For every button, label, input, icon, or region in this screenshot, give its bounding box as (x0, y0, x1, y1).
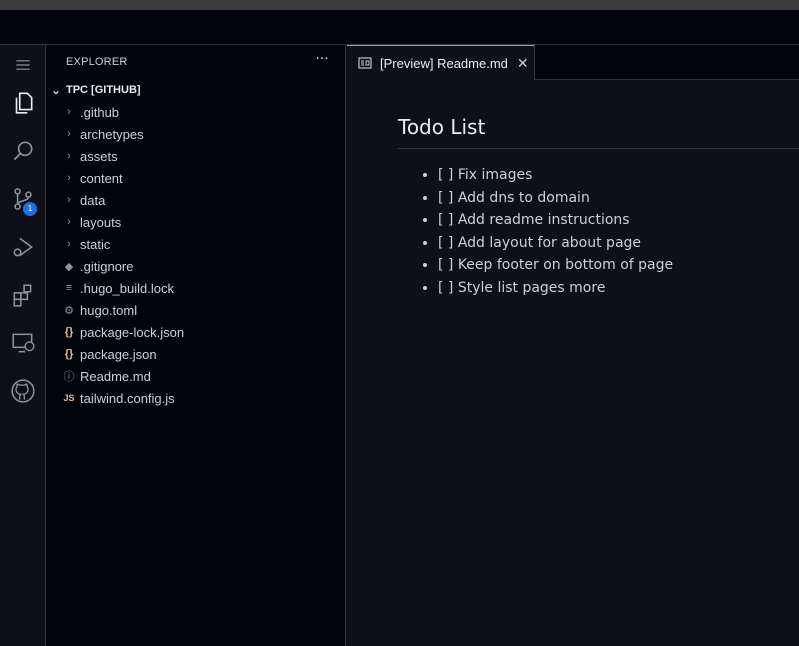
folder-layouts[interactable]: › layouts (46, 211, 346, 233)
lines-icon: ≡ (65, 282, 73, 294)
js-icon: JS (63, 393, 75, 403)
list-item: [ ] Keep footer on bottom of page (438, 254, 799, 277)
window-top-strip (0, 0, 799, 10)
explorer-sidebar: EXPLORER ··· ⌄ TPC [GITHUB] › .github › ar… (46, 45, 346, 646)
tab-bar: [Preview] Readme.md ✕ (347, 45, 799, 80)
remote-explorer-button[interactable] (0, 323, 46, 363)
tab-preview-readme[interactable]: [Preview] Readme.md ✕ (347, 45, 535, 80)
folder-static[interactable]: › static (46, 233, 346, 255)
more-actions-icon[interactable]: ··· (314, 52, 330, 69)
chevron-right-icon: › (67, 106, 71, 118)
file-tailwind-config-js[interactable]: JS tailwind.config.js (46, 387, 346, 409)
list-item: [ ] Fix images (438, 164, 799, 187)
run-debug-icon (13, 237, 33, 257)
file-gitignore[interactable]: ◆ .gitignore (46, 255, 346, 277)
close-icon[interactable]: ✕ (517, 55, 529, 72)
source-control-badge: 1 (23, 202, 37, 216)
source-control-button[interactable]: 1 (0, 179, 46, 219)
git-icon: ◆ (64, 260, 74, 273)
search-button[interactable] (0, 131, 46, 171)
files-icon (15, 92, 33, 114)
explorer-title: EXPLORER (66, 56, 128, 68)
activity-bar: 1 (0, 45, 46, 646)
chevron-right-icon: › (67, 216, 71, 228)
chevron-right-icon: › (67, 128, 71, 140)
folder-github[interactable]: › .github (46, 101, 346, 123)
preview-heading: Todo List (398, 115, 799, 149)
list-item: [ ] Add readme instructions (438, 209, 799, 232)
editor-area: [Preview] Readme.md ✕ Todo List [ ] Fix … (347, 45, 799, 646)
chevron-right-icon: › (67, 238, 71, 250)
todo-list: [ ] Fix images [ ] Add dns to domain [ ]… (398, 164, 799, 299)
explorer-button[interactable] (0, 83, 46, 123)
list-item: [ ] Add dns to domain (438, 187, 799, 210)
folder-data[interactable]: › data (46, 189, 346, 211)
json-icon: {} (64, 348, 74, 360)
list-item: [ ] Style list pages more (438, 277, 799, 300)
file-readme-md[interactable]: ⓘ Readme.md (46, 365, 346, 387)
chevron-right-icon: › (67, 194, 71, 206)
extensions-button[interactable] (0, 275, 46, 315)
json-icon: {} (64, 326, 74, 338)
file-package-json[interactable]: {} package.json (46, 343, 346, 365)
file-tree: › .github › archetypes › assets › content › d… (46, 101, 346, 409)
github-button[interactable] (0, 371, 46, 411)
extensions-icon (13, 284, 32, 307)
menu-button[interactable] (0, 45, 46, 85)
file-hugo-build-lock[interactable]: ≡ .hugo_build.lock (46, 277, 346, 299)
info-icon: ⓘ (63, 371, 75, 383)
folder-archetypes[interactable]: › archetypes (46, 123, 346, 145)
folder-content[interactable]: › content (46, 167, 346, 189)
chevron-right-icon: › (67, 172, 71, 184)
github-icon (11, 379, 35, 403)
gear-icon: ⚙ (64, 304, 74, 317)
workspace-root-label: TPC [GITHUB] (66, 84, 141, 96)
file-hugo-toml[interactable]: ⚙ hugo.toml (46, 299, 346, 321)
tab-label: [Preview] Readme.md (380, 55, 508, 71)
chevron-down-icon: ⌄ (51, 84, 61, 97)
chevron-right-icon: › (67, 150, 71, 162)
search-icon (13, 141, 33, 161)
list-item: [ ] Add layout for about page (438, 232, 799, 255)
file-package-lock-json[interactable]: {} package-lock.json (46, 321, 346, 343)
title-bar (0, 10, 799, 45)
folder-assets[interactable]: › assets (46, 145, 346, 167)
workspace-root[interactable]: ⌄ TPC [GITHUB] (46, 79, 346, 101)
hamburger-menu-icon (16, 60, 30, 70)
markdown-preview: Todo List [ ] Fix images [ ] Add dns to … (398, 115, 799, 299)
preview-icon (358, 57, 372, 69)
run-debug-button[interactable] (0, 227, 46, 267)
remote-explorer-icon (12, 333, 35, 353)
